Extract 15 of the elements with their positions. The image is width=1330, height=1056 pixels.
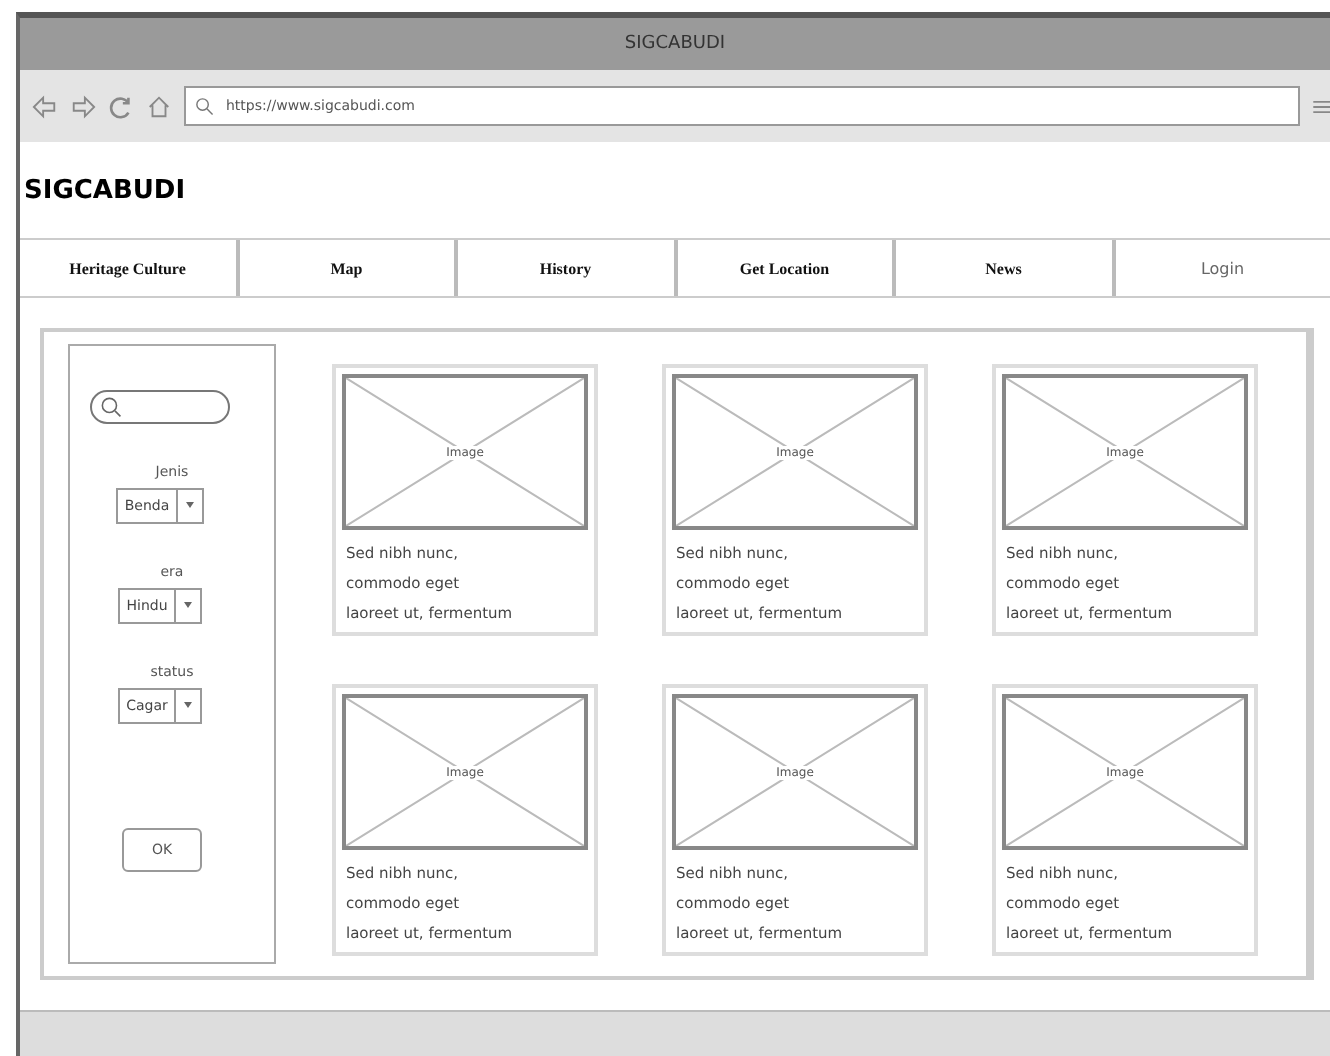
nav-tab[interactable]: Get Location	[677, 240, 896, 296]
forward-icon[interactable]	[70, 93, 96, 119]
back-icon[interactable]	[32, 93, 58, 119]
nav-tab[interactable]: Login	[1115, 240, 1330, 296]
nav-tab[interactable]: News	[896, 240, 1115, 296]
reload-icon[interactable]	[108, 93, 134, 119]
home-icon[interactable]	[146, 93, 172, 119]
search-icon	[100, 396, 122, 418]
search-field[interactable]	[90, 390, 230, 424]
search-icon	[194, 96, 214, 116]
window-title: SIGCABUDI	[20, 18, 1330, 70]
nav-tab[interactable]: History	[458, 240, 677, 296]
site-title: SIGCABUDI	[22, 173, 188, 209]
nav-tab[interactable]: Heritage Culture	[20, 240, 239, 296]
nav-tab[interactable]: Map	[239, 240, 458, 296]
